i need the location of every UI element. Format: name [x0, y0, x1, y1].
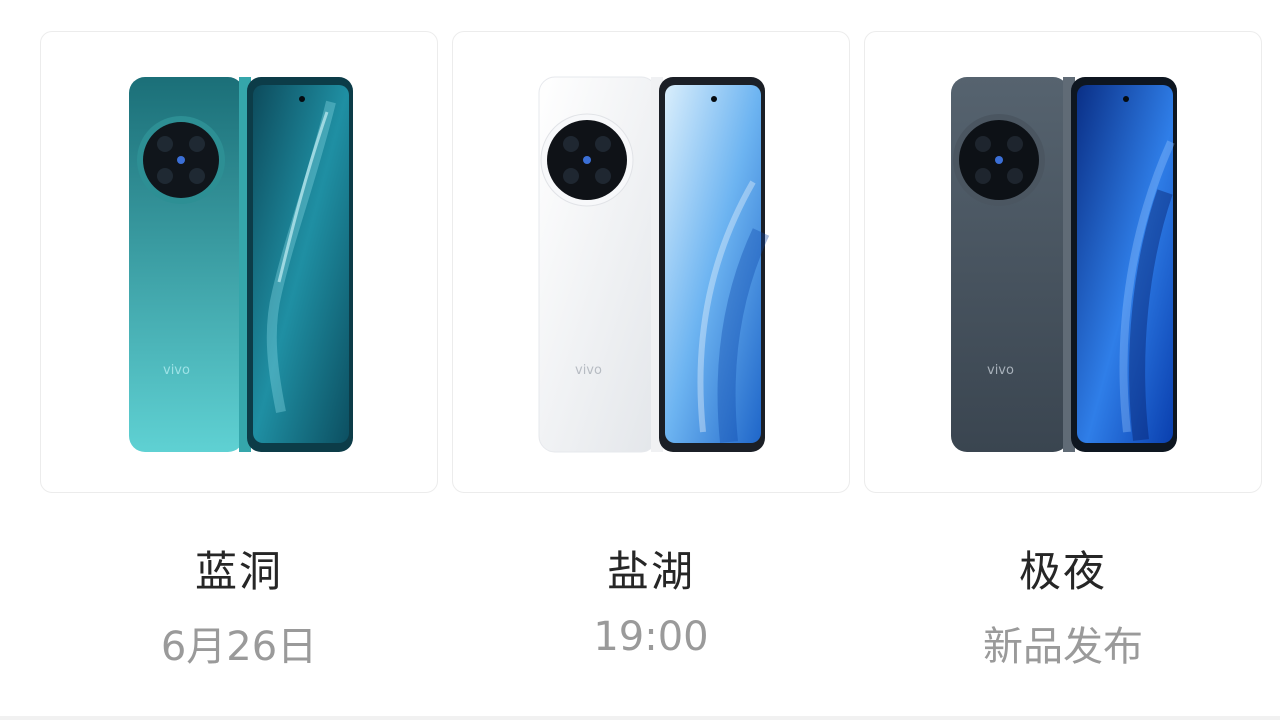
color-name-salt-lake: 盐湖 [606, 547, 695, 596]
color-name-polar-night: 极夜 [1018, 547, 1107, 596]
svg-text:vivo: vivo [163, 363, 190, 378]
product-color-page: vivo vivo vivo 蓝洞 6月26日 盐湖 19:00 极夜 新品发布 [0, 0, 1280, 720]
product-card-polar-night[interactable]: vivo [864, 31, 1262, 493]
product-card-salt-lake[interactable]: vivo [452, 31, 850, 493]
launch-label: 新品发布 [983, 624, 1143, 670]
bottom-divider [0, 716, 1280, 720]
svg-text:vivo: vivo [575, 363, 602, 378]
svg-text:vivo: vivo [987, 363, 1014, 378]
phone-image-polar-night: vivo [951, 77, 1177, 452]
launch-date: 6月26日 [160, 624, 318, 670]
launch-time: 19:00 [593, 614, 709, 660]
phone-image-blue-hole: vivo [129, 77, 353, 452]
phone-image-salt-lake: vivo [538, 76, 770, 453]
product-card-blue-hole[interactable]: vivo [40, 31, 438, 493]
color-name-blue-hole: 蓝洞 [194, 547, 283, 596]
